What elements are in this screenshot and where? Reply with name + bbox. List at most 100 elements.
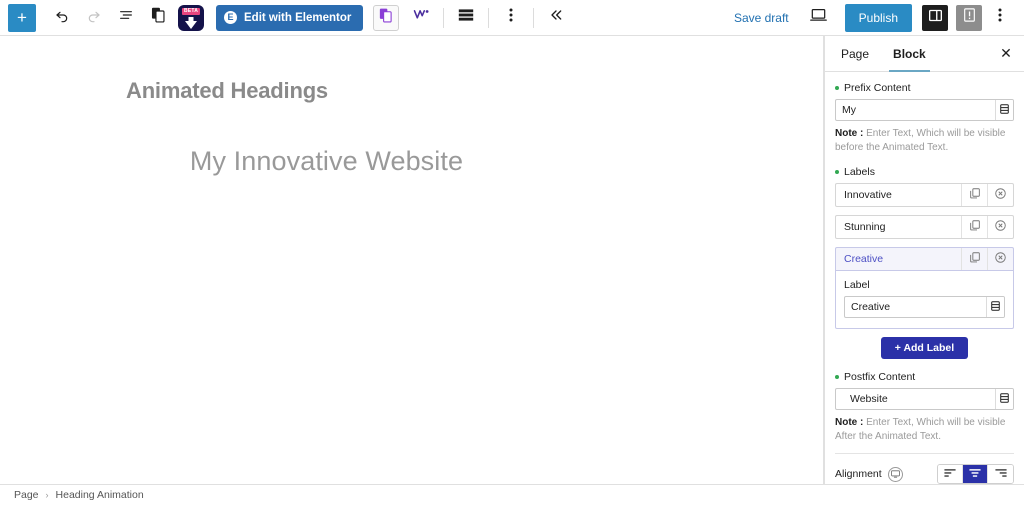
align-left-icon	[944, 468, 956, 481]
yoast-icon	[413, 8, 430, 27]
canvas-content: Animated Headings My Innovative Website	[0, 36, 823, 177]
align-right-icon	[994, 468, 1007, 481]
status-dot-icon	[835, 375, 839, 379]
edit-with-elementor-label: Edit with Elementor	[244, 11, 352, 24]
labels-label-row: Labels	[825, 166, 1024, 178]
redo-button[interactable]	[78, 2, 110, 34]
align-left-button[interactable]	[938, 465, 963, 483]
duplicate-icon	[969, 252, 980, 266]
postfix-content-label-row: Postfix Content	[825, 371, 1024, 383]
database-icon	[991, 300, 1000, 314]
label-row-title[interactable]: Stunning	[836, 216, 961, 238]
label-row[interactable]: Stunning	[835, 215, 1014, 239]
copy-purple-icon	[379, 8, 393, 28]
label-row-title[interactable]: Creative	[836, 248, 961, 270]
add-label-button[interactable]: + Add Label	[880, 337, 969, 359]
document-overview-button[interactable]	[110, 2, 142, 34]
prefix-note: Note : Enter Text, Which will be visible…	[825, 121, 1024, 154]
postfix-content-field[interactable]	[835, 388, 1014, 410]
prefix-content-label-row: Prefix Content	[825, 82, 1024, 94]
sidebar-tabs: Page Block ✕	[825, 36, 1024, 72]
redo-icon	[86, 7, 102, 28]
jetpack-warning-button[interactable]	[956, 4, 982, 31]
postfix-dynamic-tags-button[interactable]	[995, 389, 1013, 409]
desktop-preview-icon	[810, 8, 827, 27]
database-icon	[1000, 392, 1009, 406]
postfix-note-prefix: Note :	[835, 417, 864, 428]
tab-page[interactable]: Page	[829, 36, 881, 71]
postfix-content-label: Postfix Content	[844, 371, 916, 383]
toolbar-divider-2	[488, 7, 490, 28]
prefix-content-label: Prefix Content	[844, 82, 911, 94]
settings-sidebar-toggle[interactable]	[922, 4, 948, 31]
add-label-row: + Add Label	[835, 337, 1014, 359]
label-row-title[interactable]: Innovative	[836, 184, 961, 206]
close-circle-icon	[995, 188, 1006, 202]
alignment-button-group	[937, 464, 1014, 484]
align-center-icon	[969, 468, 981, 481]
device-responsive-button[interactable]	[887, 466, 903, 482]
breadcrumb-page[interactable]: Page	[14, 489, 39, 501]
prefix-content-input[interactable]	[836, 100, 995, 120]
editor-toolbar: + BETA E Edit with Elementor Save draft …	[0, 0, 1024, 36]
plus-icon: +	[17, 8, 27, 27]
database-icon	[1000, 103, 1009, 117]
tab-block[interactable]: Block	[881, 36, 938, 72]
duplicate-label-button[interactable]	[961, 216, 987, 238]
duplicate-label-button[interactable]	[961, 184, 987, 206]
label-value-field[interactable]	[844, 296, 1005, 318]
edit-with-elementor-button[interactable]: E Edit with Elementor	[216, 4, 364, 31]
preview-button[interactable]	[803, 2, 835, 34]
yoast-seo-button[interactable]	[405, 2, 437, 34]
editor-options-button[interactable]	[984, 2, 1016, 34]
remove-label-button[interactable]	[987, 184, 1013, 206]
alignment-row: Alignment	[825, 454, 1024, 484]
remove-label-button[interactable]	[987, 216, 1013, 238]
close-circle-icon	[995, 252, 1006, 266]
sidebar-content: Prefix Content My Note: Enter Text, Whi…	[825, 72, 1024, 484]
copy-paste-button[interactable]	[142, 2, 174, 34]
editor-canvas[interactable]: Animated Headings My Innovative Website	[0, 36, 824, 484]
toolbar-divider-1	[443, 7, 445, 28]
beta-plugin-icon[interactable]: BETA	[178, 4, 204, 31]
postfix-content-input[interactable]	[836, 389, 995, 409]
label-field-caption: Label	[844, 279, 870, 291]
breadcrumb-block[interactable]: Heading Animation	[56, 489, 144, 501]
save-draft-link[interactable]: Save draft	[734, 11, 789, 25]
align-center-button[interactable]	[963, 465, 988, 483]
label-value-input[interactable]	[845, 297, 986, 317]
animated-heading-block[interactable]: My Innovative Website	[0, 146, 823, 177]
duplicate-block-button[interactable]	[373, 4, 400, 31]
publish-button[interactable]: Publish	[844, 3, 912, 32]
label-row[interactable]: Innovative	[835, 183, 1014, 207]
beta-badge: BETA	[181, 7, 201, 15]
duplicate-label-button[interactable]	[961, 248, 987, 270]
postfix-note: Note : Enter Text, Which will be visible…	[825, 410, 1024, 443]
warning-icon	[963, 8, 976, 27]
collapse-toolbar-button[interactable]	[540, 2, 572, 34]
add-block-button[interactable]: +	[8, 3, 36, 32]
page-title[interactable]: Animated Headings	[126, 78, 823, 104]
toolbar-right-group: Save draft Publish	[734, 2, 1016, 34]
toolbar-divider-3	[533, 7, 535, 28]
close-sidebar-button[interactable]: ✕	[992, 36, 1020, 71]
clipboard-icon	[151, 7, 166, 28]
status-dot-icon	[835, 86, 839, 90]
align-right-button[interactable]	[988, 465, 1013, 483]
status-dot-icon	[835, 170, 839, 174]
label-dynamic-tags-button[interactable]	[986, 297, 1004, 317]
undo-button[interactable]	[46, 2, 78, 34]
label-row-selected[interactable]: Creative	[835, 247, 1014, 271]
labels-label: Labels	[844, 166, 875, 178]
wordpress-block-editor: + BETA E Edit with Elementor Save draft …	[0, 0, 1024, 505]
remove-label-button[interactable]	[987, 248, 1013, 270]
block-style-button[interactable]	[450, 2, 482, 34]
list-view-icon	[118, 7, 134, 28]
prefix-content-field[interactable]	[835, 99, 1014, 121]
prefix-dynamic-tags-button[interactable]	[995, 100, 1013, 120]
stacked-bars-icon	[458, 8, 474, 27]
labels-repeater: Innovative Stunning Creative Label Creat…	[835, 183, 1014, 329]
undo-icon	[54, 7, 70, 28]
more-options-button[interactable]	[495, 2, 527, 34]
sidebar-panel-icon	[928, 8, 943, 28]
